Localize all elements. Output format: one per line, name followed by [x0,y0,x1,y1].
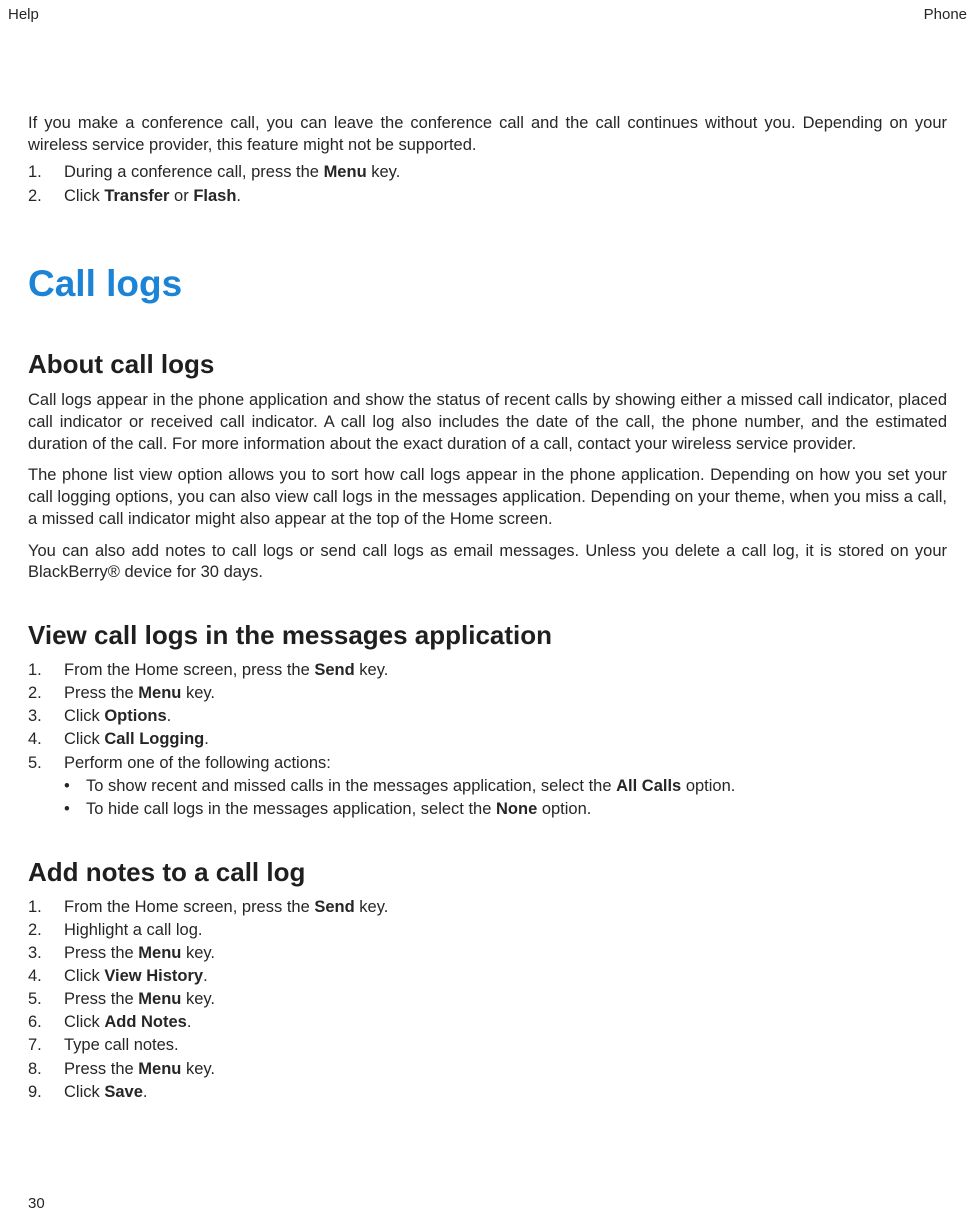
step-text: During a conference call, press the Menu… [64,161,400,183]
list-item: 3.Press the Menu key. [28,942,947,965]
heading-view-call-logs: View call logs in the messages applicati… [28,620,947,651]
page-header: Help Phone [0,0,975,23]
about-paragraph-2: The phone list view option allows you to… [28,465,947,530]
list-item: 2.Highlight a call log. [28,919,947,942]
page-number: 30 [28,1195,45,1212]
heading-call-logs: Call logs [28,263,947,305]
list-item: 2.Press the Menu key. [28,682,947,705]
about-paragraph-1: Call logs appear in the phone applicatio… [28,390,947,455]
list-item: •To hide call logs in the messages appli… [64,798,947,821]
view-sub-options: •To show recent and missed calls in the … [64,775,947,821]
list-item: 7.Type call notes. [28,1034,947,1057]
list-item: 5.Press the Menu key. [28,988,947,1011]
header-left: Help [8,6,39,23]
list-item: 4.Click View History. [28,965,947,988]
list-item: 1.From the Home screen, press the Send k… [28,896,947,919]
list-item: 4.Click Call Logging. [28,728,947,751]
step-text: Click Transfer or Flash. [64,185,241,207]
list-item: 6.Click Add Notes. [28,1011,947,1034]
list-item: 9.Click Save. [28,1081,947,1104]
intro-paragraph: If you make a conference call, you can l… [28,113,947,157]
about-paragraph-3: You can also add notes to call logs or s… [28,541,947,585]
list-item: 2. Click Transfer or Flash. [28,185,947,207]
list-item: 1.From the Home screen, press the Send k… [28,659,947,682]
list-item: •To show recent and missed calls in the … [64,775,947,798]
step-number: 1. [28,161,64,183]
header-right: Phone [924,6,967,23]
page-content: If you make a conference call, you can l… [0,113,975,1104]
step-number: 2. [28,185,64,207]
view-steps: 1.From the Home screen, press the Send k… [28,659,947,774]
list-item: 5.Perform one of the following actions: [28,752,947,775]
list-item: 3.Click Options. [28,705,947,728]
intro-steps: 1. During a conference call, press the M… [28,161,947,208]
notes-steps: 1.From the Home screen, press the Send k… [28,896,947,1104]
list-item: 8.Press the Menu key. [28,1058,947,1081]
list-item: 1. During a conference call, press the M… [28,161,947,183]
heading-about-call-logs: About call logs [28,349,947,380]
heading-add-notes: Add notes to a call log [28,857,947,888]
